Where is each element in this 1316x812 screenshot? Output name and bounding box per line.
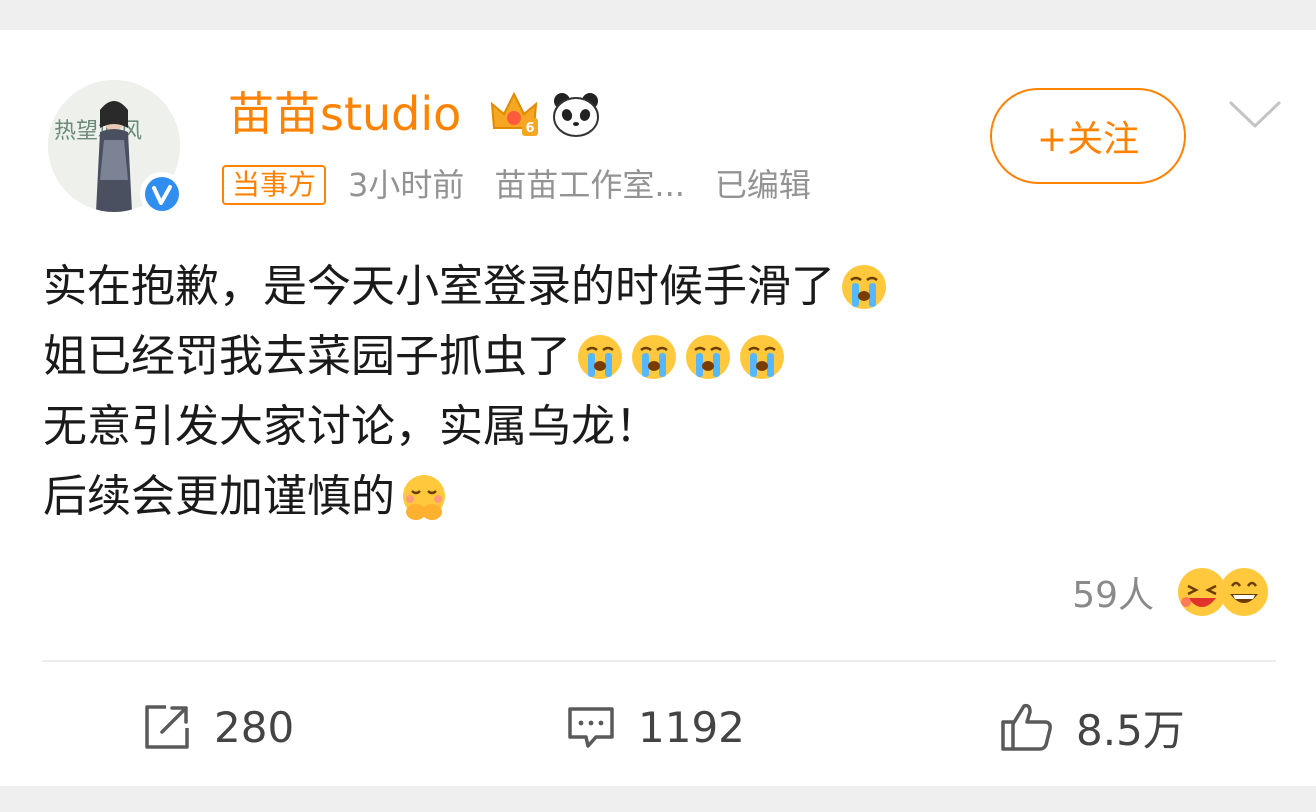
body-text: 姐已经罚我去菜园子抓虫了 bbox=[43, 331, 571, 382]
like-button[interactable]: 8.5万 bbox=[1000, 690, 1185, 764]
body-line-3: 无意引发大家讨论，实属乌龙！ bbox=[43, 392, 1263, 462]
comment-button[interactable]: 1192 bbox=[566, 690, 745, 764]
panda-icon bbox=[550, 88, 602, 140]
like-count: 8.5万 bbox=[1076, 705, 1185, 755]
thumbs-up-icon bbox=[1000, 702, 1054, 752]
crying-face-icon bbox=[683, 332, 733, 382]
crown-member-icon[interactable]: 6 bbox=[488, 88, 540, 140]
body-line-1: 实在抱歉，是今天小室登录的时候手滑了 bbox=[43, 252, 1263, 322]
chevron-down-icon[interactable] bbox=[1228, 100, 1282, 130]
comment-count: 1192 bbox=[638, 702, 745, 752]
body-text: 实在抱歉，是今天小室登录的时候手滑了 bbox=[43, 261, 835, 312]
post-body: 实在抱歉，是今天小室登录的时候手滑了 姐已经罚我去菜园子抓虫了 无意引发大家讨论… bbox=[43, 252, 1263, 532]
crying-face-icon bbox=[629, 332, 679, 382]
username[interactable]: 苗苗studio bbox=[228, 84, 461, 144]
body-text: 后续会更加谨慎的 bbox=[43, 471, 395, 522]
reactions[interactable]: 59人 bbox=[1072, 564, 1270, 620]
comment-icon bbox=[566, 702, 616, 752]
crying-face-icon bbox=[737, 332, 787, 382]
post-time: 3小时前 bbox=[348, 166, 465, 204]
divider bbox=[42, 660, 1276, 662]
reaction-count[interactable]: 59人 bbox=[1072, 566, 1154, 618]
verified-badge-icon bbox=[140, 172, 184, 216]
grinning-face-icon bbox=[1218, 566, 1270, 618]
post-source[interactable]: 苗苗工作室... bbox=[494, 163, 685, 207]
member-level: 6 bbox=[525, 121, 534, 136]
edited-label[interactable]: 已编辑 bbox=[715, 163, 811, 207]
repost-icon bbox=[142, 702, 192, 752]
body-text: 无意引发大家讨论，实属乌龙！ bbox=[43, 401, 659, 452]
face-with-hand-over-mouth-icon bbox=[399, 472, 449, 522]
body-line-4: 后续会更加谨慎的 bbox=[43, 462, 1263, 532]
tag-badge: 当事方 bbox=[222, 165, 327, 205]
body-line-2: 姐已经罚我去菜园子抓虫了 bbox=[43, 322, 1263, 392]
follow-button[interactable]: +关注 bbox=[990, 88, 1186, 184]
crying-face-icon bbox=[575, 332, 625, 382]
crying-face-icon bbox=[839, 262, 889, 312]
avatar-text: 热望城风 bbox=[54, 119, 142, 144]
weibo-post-card: 热望城风 苗苗studio 6 当事方 3小时前 苗苗工作室... 已编辑 +关… bbox=[0, 30, 1316, 786]
repost-count: 280 bbox=[214, 702, 295, 752]
post-meta: 当事方 3小时前 苗苗工作室... 已编辑 bbox=[222, 163, 811, 207]
action-bar: 280 1192 8.5万 bbox=[0, 690, 1316, 764]
repost-button[interactable]: 280 bbox=[142, 690, 294, 764]
